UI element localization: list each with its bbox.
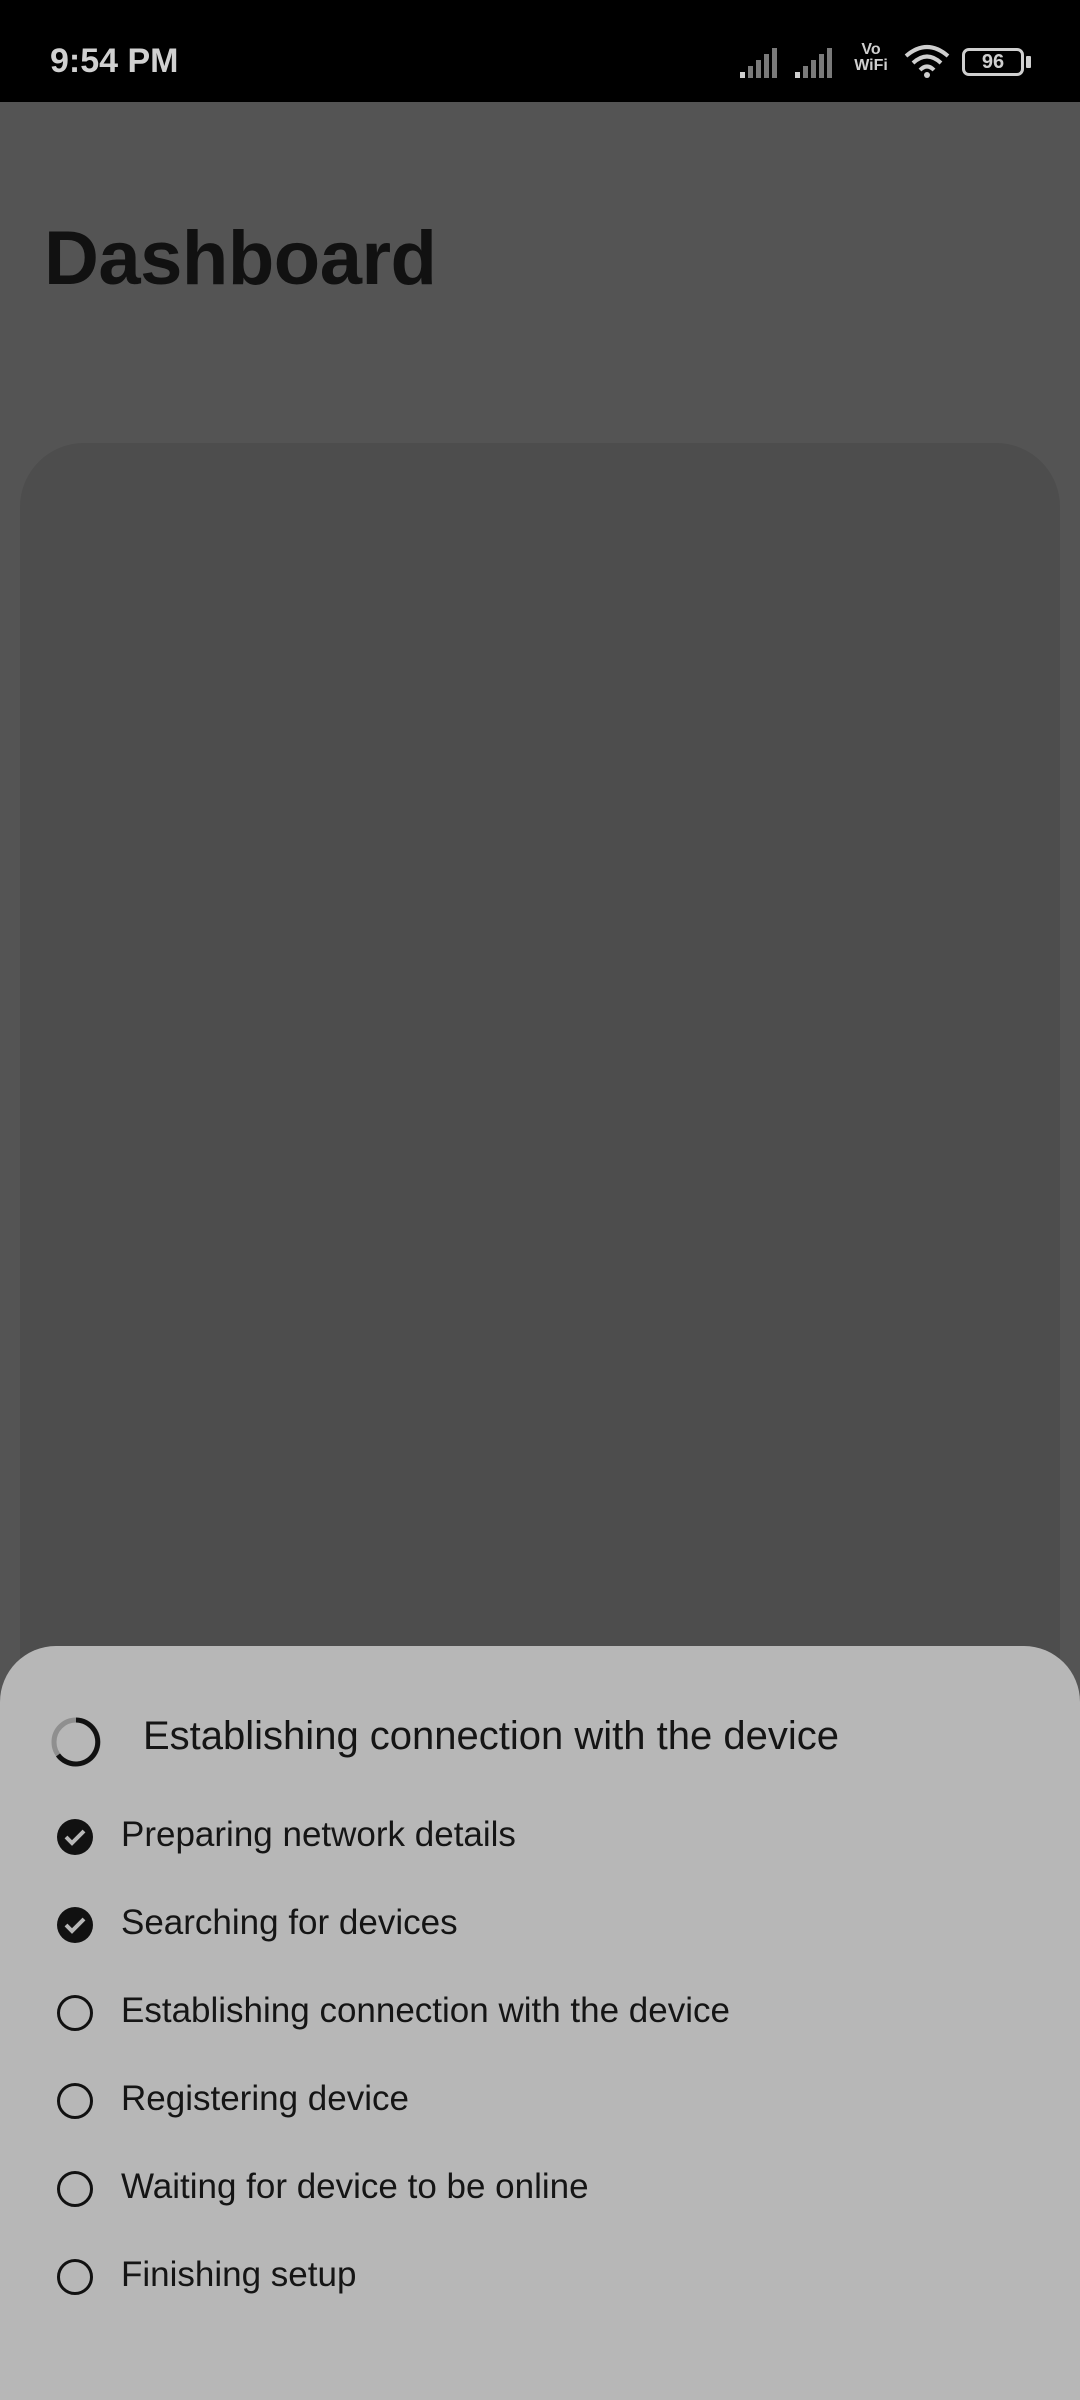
- step-item: Finishing setup: [56, 2246, 1016, 2306]
- empty-circle-icon: [57, 2171, 93, 2207]
- empty-circle-icon: [57, 2259, 93, 2295]
- step-item: Establishing connection with the device: [56, 1982, 1016, 2042]
- step-item: Searching for devices: [56, 1894, 1016, 1954]
- dashboard-card: [20, 443, 1060, 1743]
- step-label: Establishing connection with the device: [121, 1991, 730, 2030]
- step-label: Registering device: [121, 2079, 409, 2118]
- wifi-icon: [904, 45, 950, 78]
- step-label: Finishing setup: [121, 2255, 357, 2294]
- check-circle-icon: [57, 1907, 93, 1943]
- loading-spinner-icon: [51, 1717, 101, 1767]
- step-item: Waiting for device to be online: [56, 2158, 1016, 2218]
- step-label: Searching for devices: [121, 1903, 458, 1942]
- check-circle-icon: [57, 1819, 93, 1855]
- status-bar: 9:54 PM Vo WiFi 96: [0, 0, 1080, 102]
- battery-icon: 96: [962, 48, 1024, 76]
- step-label: Preparing network details: [121, 1815, 516, 1854]
- step-item: Preparing network details: [56, 1806, 1016, 1866]
- status-time: 9:54 PM: [50, 42, 179, 80]
- vowifi-icon: Vo WiFi: [854, 41, 888, 74]
- step-label: Waiting for device to be online: [121, 2167, 589, 2206]
- battery-tip: [1026, 56, 1031, 68]
- connection-progress-sheet: Establishing connection with the device …: [0, 1646, 1080, 2400]
- page-title: Dashboard: [44, 216, 437, 301]
- sheet-title: Establishing connection with the device: [143, 1714, 839, 1758]
- status-icons: Vo WiFi 96: [740, 38, 1040, 88]
- empty-circle-icon: [57, 2083, 93, 2119]
- step-item: Registering device: [56, 2070, 1016, 2130]
- signal-icon: [795, 48, 832, 78]
- empty-circle-icon: [57, 1995, 93, 2031]
- signal-icon: [740, 48, 777, 78]
